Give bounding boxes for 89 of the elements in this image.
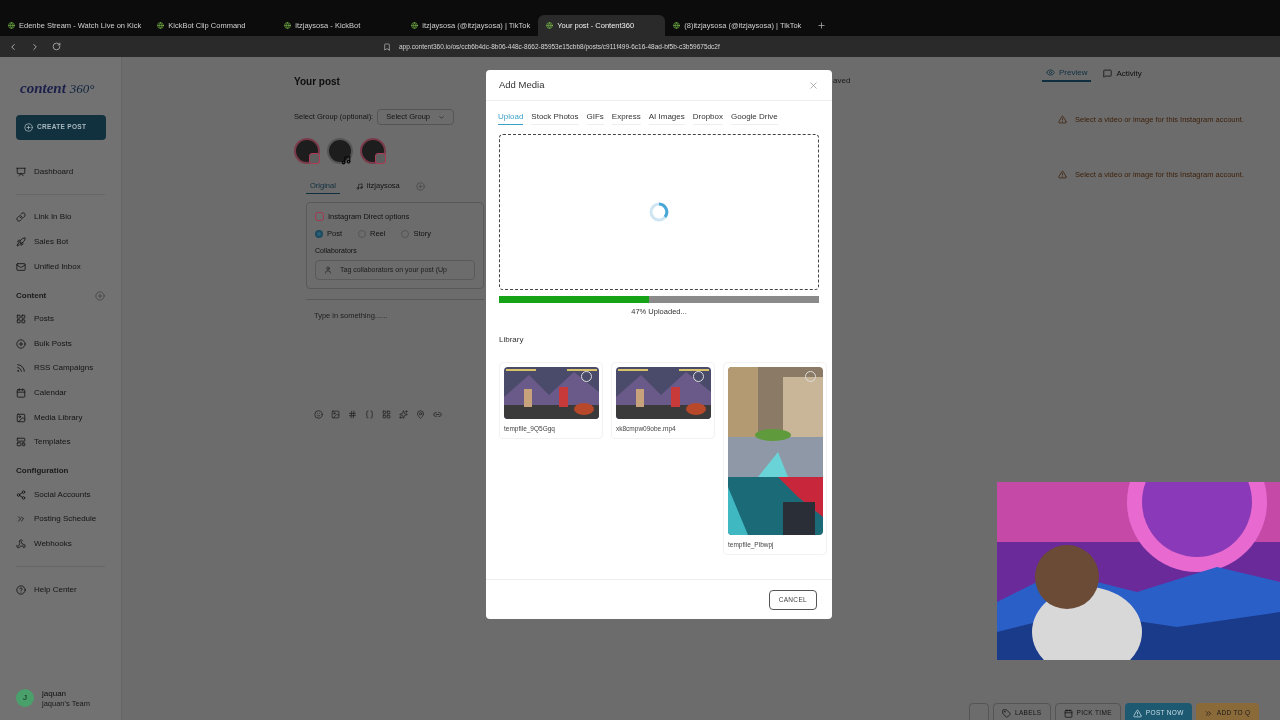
dialog-title: Add Media	[499, 77, 545, 92]
plus-circle-icon	[24, 122, 33, 132]
calendar-icon	[16, 387, 26, 398]
favicon-icon	[546, 22, 554, 29]
account-avatar[interactable]	[327, 138, 353, 164]
link-icon	[16, 212, 26, 223]
calendar-icon	[1063, 708, 1073, 718]
favicon-icon	[157, 22, 165, 29]
media-tab[interactable]: Dropbox	[692, 111, 723, 125]
link-icon[interactable]	[433, 410, 442, 419]
eye-icon	[1046, 68, 1055, 77]
favicon-icon	[8, 22, 15, 29]
sidebar-item[interactable]: Dashboard	[16, 159, 105, 185]
sidebar-item[interactable]: RSS Campaigns	[16, 356, 105, 381]
sidebar-item[interactable]: Webhooks	[16, 531, 105, 557]
sidebar-item[interactable]: Posts	[16, 306, 105, 332]
media-tab[interactable]: Stock Photos	[531, 111, 579, 125]
tiktok-badge-icon	[341, 155, 351, 165]
template-icon	[16, 437, 26, 448]
sidebar-item[interactable]: Sales Bot	[16, 229, 105, 255]
grid-icon	[16, 314, 26, 325]
warning-icon	[1132, 708, 1142, 718]
webhook-icon	[16, 538, 26, 549]
chat-icon	[1103, 69, 1113, 78]
sidebar-item[interactable]: Calendar	[16, 380, 105, 406]
tag-icon	[1002, 708, 1011, 718]
user-avatar: J	[16, 689, 34, 708]
variable-icon[interactable]	[365, 410, 374, 419]
caret-icon	[438, 113, 445, 121]
person-icon	[324, 266, 332, 274]
instagram-badge-icon	[375, 153, 386, 164]
media-tab[interactable]: Upload	[498, 111, 524, 125]
section-header: Configuration	[16, 465, 69, 478]
media-tab[interactable]: Express	[611, 111, 641, 125]
rocket-icon	[16, 237, 26, 247]
favicon-icon	[284, 22, 292, 29]
sidebar-item[interactable]: Link In Bio	[16, 205, 105, 230]
hashtag-icon[interactable]	[348, 410, 357, 419]
double-chevron-icon	[16, 514, 26, 525]
sidebar-item[interactable]: Social Accounts	[16, 482, 105, 508]
logo: content	[20, 79, 66, 98]
sparkles-icon[interactable]	[399, 410, 408, 419]
rss-icon	[16, 363, 26, 374]
sidebar-item[interactable]: Media Library	[16, 405, 105, 430]
image-icon[interactable]	[331, 410, 340, 419]
library-title: Library	[499, 334, 525, 347]
new-tab-icon[interactable]	[817, 21, 827, 30]
media-tab[interactable]: GIFs	[586, 111, 604, 125]
media-tab[interactable]: AI Images	[648, 111, 685, 125]
add-icon[interactable]	[95, 290, 105, 301]
double-chevron-icon	[1203, 708, 1213, 718]
page-title: Your post	[294, 75, 340, 89]
bookmark-icon[interactable]	[383, 42, 391, 51]
presentation-icon	[16, 166, 26, 177]
image-icon	[16, 412, 26, 423]
warning-icon	[1058, 170, 1067, 180]
save-status: aved	[833, 75, 851, 87]
sidebar-item[interactable]: Templates	[16, 429, 105, 455]
add-icon[interactable]	[415, 181, 425, 191]
emoji-icon[interactable]	[314, 410, 323, 419]
sidebar-item[interactable]: Posting Schedule	[16, 507, 105, 532]
sidebar-item[interactable]: Bulk Posts	[16, 331, 105, 357]
help-icon	[16, 584, 26, 595]
favicon-icon	[673, 22, 681, 29]
sidebar-item[interactable]: Unified Inbox	[16, 254, 105, 279]
location-icon[interactable]	[416, 410, 425, 419]
instagram-badge-icon	[309, 153, 320, 164]
media-tab[interactable]: Google Drive	[731, 111, 778, 125]
account-avatar[interactable]	[294, 138, 320, 164]
tiktok-icon	[355, 182, 363, 190]
favicon-icon	[411, 22, 419, 29]
spinner-icon	[649, 202, 669, 222]
account-avatar[interactable]	[360, 138, 386, 164]
share-icon	[16, 489, 26, 500]
reload-icon[interactable]	[52, 42, 61, 51]
forward-icon[interactable]	[30, 41, 40, 52]
preview-tab[interactable]: Activity	[1099, 65, 1146, 82]
sidebar-item[interactable]: Help Center	[16, 577, 105, 602]
logo-suffix: 360°	[69, 80, 95, 98]
preview-tab[interactable]: Preview	[1042, 65, 1092, 82]
user-name: jaquan	[42, 688, 68, 699]
plus-circle-icon	[16, 338, 26, 349]
back-icon[interactable]	[8, 41, 18, 52]
grid-icon[interactable]	[382, 410, 391, 419]
close-icon[interactable]	[808, 79, 819, 91]
instagram-icon	[315, 212, 324, 222]
warning-icon	[1058, 115, 1067, 125]
mail-icon	[16, 261, 26, 272]
section-header: Content	[16, 289, 47, 302]
